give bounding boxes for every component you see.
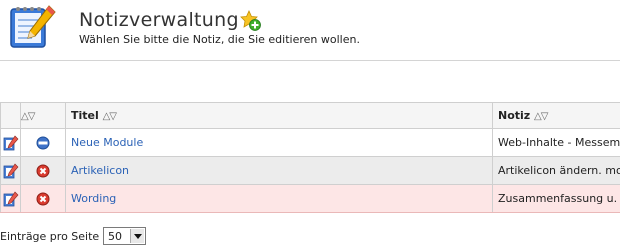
edit-icon[interactable] xyxy=(3,135,19,151)
page-subtitle: Wählen Sie bitte die Notiz, die Sie edit… xyxy=(79,33,360,46)
status-cell xyxy=(20,184,66,213)
note-title-link[interactable]: Artikelicon xyxy=(71,164,129,177)
chevron-down-icon[interactable] xyxy=(130,229,144,243)
edit-icon[interactable] xyxy=(3,163,19,179)
header-note-label[interactable]: Notiz xyxy=(498,109,530,122)
entries-per-page-select[interactable]: 50 xyxy=(103,227,146,245)
table-header-row: △▽ Titel △▽ Notiz △▽ xyxy=(0,102,620,129)
page-header: Notizverwaltung Wählen Sie bitte die Not… xyxy=(0,0,620,61)
active-icon xyxy=(36,136,50,149)
status-cell xyxy=(20,156,66,185)
header-title[interactable]: Titel △▽ xyxy=(65,102,493,129)
table-row: Neue Module Web-Inhalte - Messem xyxy=(0,128,620,157)
edit-cell[interactable] xyxy=(0,156,21,185)
inactive-icon xyxy=(36,192,50,205)
note-sort-icon[interactable]: △▽ xyxy=(534,111,548,122)
note-cell: Web-Inhalte - Messem xyxy=(492,128,620,157)
title-cell: Wording xyxy=(65,184,493,213)
status-sort-icon[interactable]: △▽ xyxy=(22,111,36,122)
title-sort-icon[interactable]: △▽ xyxy=(103,111,117,122)
title-cell: Artikelicon xyxy=(65,156,493,185)
notepad-pencil-icon xyxy=(10,5,56,48)
note-cell: Zusammenfassung u. xyxy=(492,184,620,213)
title-cell: Neue Module xyxy=(65,128,493,157)
table-row: Artikelicon Artikelicon ändern. mo xyxy=(0,156,620,185)
page-title: Notizverwaltung xyxy=(79,9,239,31)
add-star-icon[interactable] xyxy=(240,10,262,32)
status-cell xyxy=(20,128,66,157)
entries-per-page-value: 50 xyxy=(108,230,122,243)
inactive-icon xyxy=(36,164,50,177)
header-edit xyxy=(0,102,21,129)
note-title-link[interactable]: Neue Module xyxy=(71,136,143,149)
edit-cell[interactable] xyxy=(0,184,21,213)
header-title-label[interactable]: Titel xyxy=(71,109,99,122)
header-status[interactable]: △▽ xyxy=(20,102,66,129)
edit-icon[interactable] xyxy=(3,191,19,207)
header-note[interactable]: Notiz △▽ xyxy=(492,102,620,129)
notes-table: △▽ Titel △▽ Notiz △▽ Neue Module Web-Inh… xyxy=(0,102,620,213)
note-cell: Artikelicon ändern. mo xyxy=(492,156,620,185)
edit-cell[interactable] xyxy=(0,128,21,157)
note-title-link[interactable]: Wording xyxy=(71,192,116,205)
entries-per-page-label: Einträge pro Seite xyxy=(0,230,100,243)
table-row: Wording Zusammenfassung u. xyxy=(0,184,620,213)
